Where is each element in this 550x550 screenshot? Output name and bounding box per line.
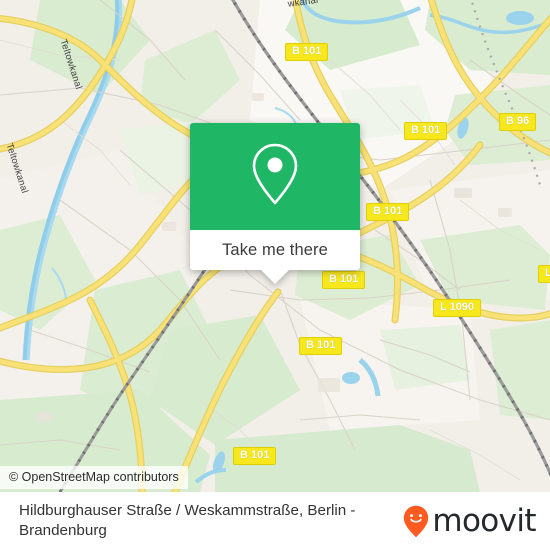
osm-attribution[interactable]: © OpenStreetMap contributors bbox=[0, 466, 188, 490]
location-popup[interactable]: Take me there bbox=[190, 123, 360, 284]
moovit-map-screen: Teltowkanal Teltowkanal wkanal B 101 B 1… bbox=[0, 0, 550, 550]
road-shield-l1090[interactable]: L 1090 bbox=[433, 299, 482, 317]
popup-image-area bbox=[190, 123, 360, 230]
road-shield-b101-lower[interactable]: B 101 bbox=[299, 337, 343, 355]
road-shield-b101-upper-right[interactable]: B 101 bbox=[404, 122, 448, 140]
moovit-wordmark: moovit bbox=[432, 502, 536, 539]
popup-action-area[interactable]: Take me there bbox=[190, 230, 360, 284]
take-me-there-button[interactable]: Take me there bbox=[222, 242, 328, 259]
moovit-pin-smile-icon bbox=[403, 505, 429, 538]
footer-bar: Hildburghauser Straße / Weskammstraße, B… bbox=[0, 492, 550, 550]
road-shield-b101-bottom[interactable]: B 101 bbox=[233, 447, 277, 465]
road-shield-b101-top[interactable]: B 101 bbox=[285, 43, 329, 61]
road-shield-b96[interactable]: B 96 bbox=[499, 113, 537, 131]
moovit-logo[interactable]: moovit bbox=[403, 502, 537, 539]
popup-pointer-tail bbox=[261, 270, 289, 284]
map-pin-icon bbox=[249, 141, 301, 212]
road-shield-b101-mid[interactable]: B 101 bbox=[366, 203, 410, 221]
road-shield-b101-center[interactable]: B 101 bbox=[322, 271, 366, 289]
location-title: Hildburghauser Straße / Weskammstraße, B… bbox=[19, 502, 356, 539]
road-shield-l-edge[interactable]: L bbox=[538, 265, 550, 283]
